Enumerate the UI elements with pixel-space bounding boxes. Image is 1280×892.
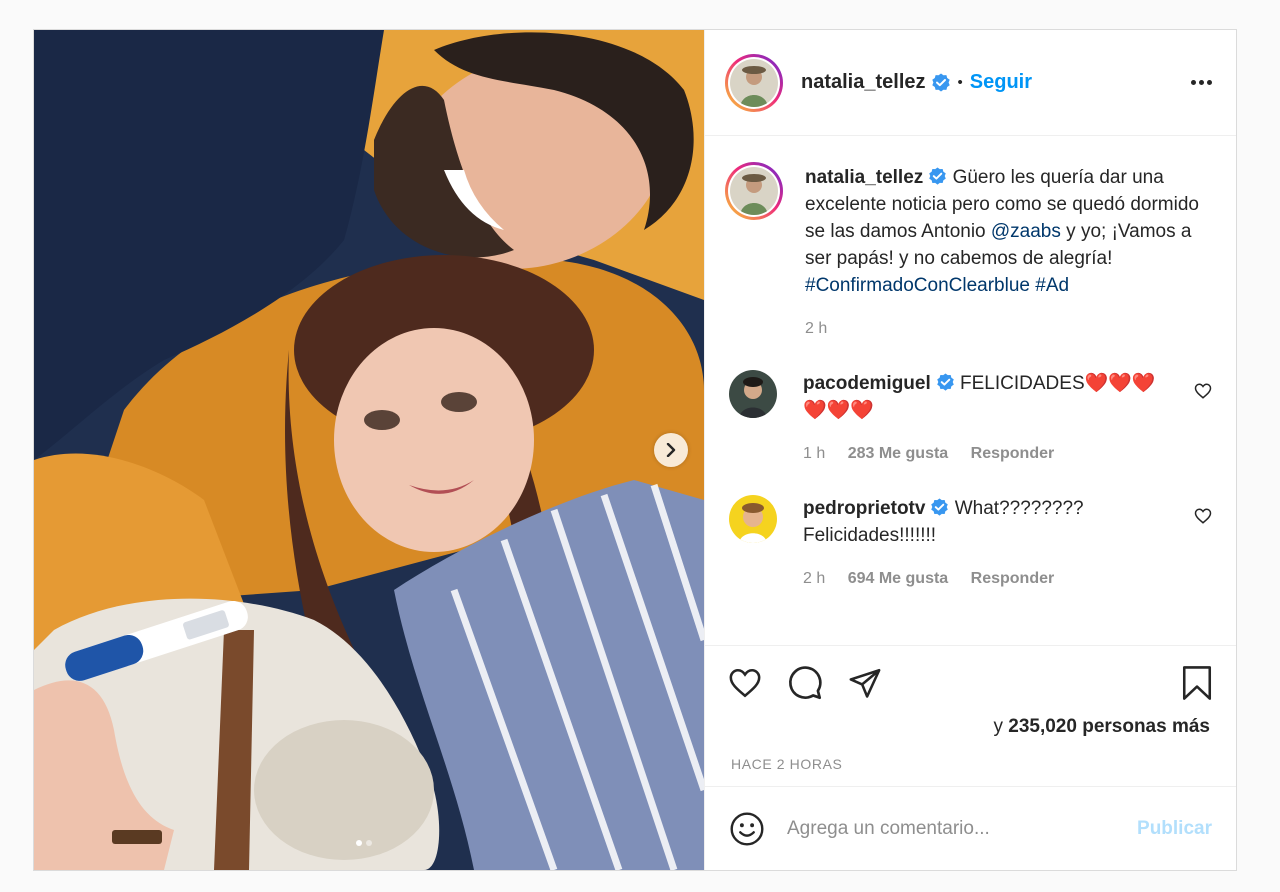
hashtag-link[interactable]: #Ad xyxy=(1035,275,1069,296)
emoji-icon xyxy=(730,812,764,845)
verified-badge-icon xyxy=(931,73,950,91)
publish-button[interactable]: Publicar xyxy=(1137,818,1212,840)
like-button[interactable] xyxy=(727,666,763,700)
comment-body: pacodemiguel FELICIDADES❤️❤️❤️❤️❤️❤️ 1 h… xyxy=(803,370,1175,467)
verified-badge-icon xyxy=(936,373,954,391)
comment-like-heart-icon[interactable] xyxy=(1194,382,1212,400)
comment-body: pedroprietotv What???????? Felicidades!!… xyxy=(803,495,1175,592)
caption-avatar-image xyxy=(730,167,778,215)
author-avatar-image xyxy=(730,58,778,107)
comment-time[interactable]: 2 h xyxy=(803,570,825,587)
likes-prefix: y xyxy=(993,716,1009,737)
likes-count[interactable]: 235,020 personas más xyxy=(1008,716,1210,737)
chevron-right-icon xyxy=(666,443,676,457)
post-photo xyxy=(34,30,704,870)
more-options-button[interactable] xyxy=(1191,80,1212,85)
comment-like-heart-icon[interactable] xyxy=(1194,507,1212,525)
post-card: natalia_tellez • Seguir natalia_tellez G… xyxy=(33,29,1237,871)
hashtag-link[interactable]: #ConfirmadoConClearblue xyxy=(805,275,1030,296)
comment-username[interactable]: pedroprietotv xyxy=(803,498,925,519)
verified-badge-icon xyxy=(929,167,947,185)
post-side-panel: natalia_tellez • Seguir natalia_tellez G… xyxy=(704,30,1236,870)
header-separator: • xyxy=(957,74,963,91)
carousel-next-button[interactable] xyxy=(654,433,688,467)
comments-list[interactable]: natalia_tellez Güero les quería dar una … xyxy=(705,136,1236,646)
follow-button[interactable]: Seguir xyxy=(970,71,1032,94)
caption-text: natalia_tellez Güero les quería dar una … xyxy=(805,164,1209,299)
comment-likes[interactable]: 283 Me gusta xyxy=(848,445,948,462)
comment-button[interactable] xyxy=(787,665,823,701)
caption-body: natalia_tellez Güero les quería dar una … xyxy=(805,164,1209,342)
heart-icon xyxy=(729,668,761,698)
verified-badge-icon xyxy=(931,498,949,516)
post-actions xyxy=(705,646,1236,720)
bookmark-icon xyxy=(1182,666,1212,700)
save-button[interactable] xyxy=(1180,664,1214,702)
carousel-dot-active xyxy=(356,840,362,846)
mention-link[interactable]: @zaabs xyxy=(991,221,1061,242)
caption-avatar[interactable] xyxy=(725,162,783,220)
emoji-button[interactable] xyxy=(729,811,765,847)
post-header: natalia_tellez • Seguir xyxy=(705,30,1236,136)
comment-item: pacodemiguel FELICIDADES❤️❤️❤️❤️❤️❤️ 1 h… xyxy=(725,370,1212,467)
comment-meta: 1 h 283 Me gusta Responder xyxy=(803,440,1175,467)
reply-button[interactable]: Responder xyxy=(971,445,1055,462)
comment-time[interactable]: 1 h xyxy=(803,445,825,462)
post-media[interactable] xyxy=(34,30,704,870)
share-button[interactable] xyxy=(847,666,883,700)
comment-meta: 2 h 694 Me gusta Responder xyxy=(803,565,1175,592)
carousel-indicator xyxy=(356,840,372,846)
post-caption: natalia_tellez Güero les quería dar una … xyxy=(725,162,1212,342)
more-dot-icon xyxy=(1207,80,1212,85)
comment-avatar[interactable] xyxy=(729,495,777,543)
reply-button[interactable]: Responder xyxy=(971,570,1055,587)
caption-time[interactable]: 2 h xyxy=(805,315,1209,342)
more-dot-icon xyxy=(1191,80,1196,85)
comment-likes[interactable]: 694 Me gusta xyxy=(848,570,948,587)
comment-input[interactable] xyxy=(787,817,1138,840)
comment-avatar[interactable] xyxy=(729,370,777,418)
comment-item: pedroprietotv What???????? Felicidades!!… xyxy=(725,495,1212,592)
comment-username[interactable]: pacodemiguel xyxy=(803,373,931,394)
post-timestamp[interactable]: HACE 2 HORAS xyxy=(705,756,1236,772)
author-avatar[interactable] xyxy=(725,53,783,112)
speech-bubble-icon xyxy=(788,666,822,700)
caption-username[interactable]: natalia_tellez xyxy=(805,167,923,188)
add-comment-bar: Publicar xyxy=(705,786,1236,870)
carousel-dot xyxy=(366,840,372,846)
more-dot-icon xyxy=(1199,80,1204,85)
likes-summary: y 235,020 personas más xyxy=(705,716,1236,738)
paper-plane-icon xyxy=(849,668,881,698)
author-username[interactable]: natalia_tellez xyxy=(801,71,926,94)
